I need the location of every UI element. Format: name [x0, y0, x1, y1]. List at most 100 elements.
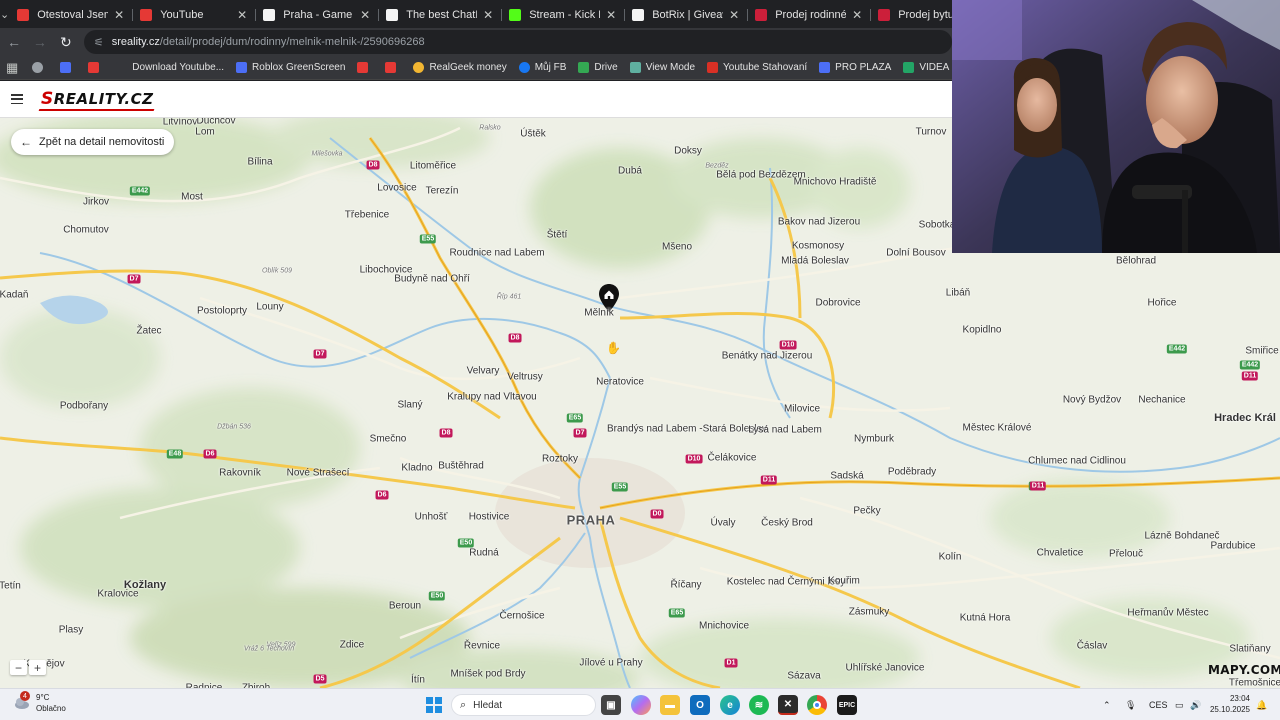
map-place-label[interactable]: Podbořany [60, 401, 108, 412]
map-place-label[interactable]: Kralovice [97, 589, 138, 600]
bookmark-item[interactable] [357, 62, 373, 73]
map-place-label[interactable]: Lysá nad Labem [748, 425, 822, 436]
map-place-label[interactable]: Dobrovice [815, 298, 860, 309]
bookmark-item[interactable] [88, 62, 104, 73]
map-place-label[interactable]: Černošice [499, 611, 544, 622]
address-bar[interactable]: ⚟ sreality.cz/detail/prodej/dum/rodinny/… [83, 30, 953, 54]
map-place-label[interactable]: Říčany [670, 580, 701, 591]
chrome-icon[interactable] [807, 695, 827, 715]
forward-arrow-icon[interactable]: → [28, 30, 52, 54]
show-hidden-icons-chevron-icon[interactable]: ⌃ [1103, 689, 1111, 720]
taskbar-search-box[interactable]: ⌕ Hledat [451, 694, 596, 716]
map-place-label[interactable]: Přelouč [1109, 549, 1143, 560]
map-place-label[interactable]: Kouřim [828, 576, 860, 587]
bookmark-item[interactable]: Youtube Stahovaní [707, 62, 807, 73]
map-place-label[interactable]: Louny [256, 302, 283, 313]
map-place-label[interactable]: Chlumec nad Cidlinou [1028, 456, 1126, 467]
map-place-label[interactable]: Úvaly [710, 518, 735, 529]
map-place-label[interactable]: Roudnice nad Labem [449, 248, 544, 259]
bookmark-item[interactable]: Roblox GreenScreen [236, 62, 345, 73]
site-info-icon[interactable]: ⚟ [94, 36, 104, 49]
map-place-label[interactable]: Slatiňany [1229, 644, 1270, 655]
task-view-icon[interactable]: ▣ [601, 695, 621, 715]
bookmark-item[interactable]: Download Youtube... [116, 62, 224, 73]
map-place-label[interactable]: Bílina [247, 157, 272, 168]
bookmark-item[interactable]: RealGeek money [413, 62, 507, 73]
tab-search-chevron-icon[interactable]: ⌄ [0, 0, 9, 28]
bookmark-item[interactable]: Drive [578, 62, 618, 73]
map-place-label[interactable]: Bakov nad Jizerou [778, 217, 860, 228]
map-place-label[interactable]: Milovice [784, 404, 820, 415]
map-place-label[interactable]: Budyně nad Ohří [394, 274, 470, 285]
map-place-label[interactable]: Pardubice [1210, 541, 1255, 552]
tab-close-icon[interactable]: ✕ [729, 8, 739, 22]
map-place-label[interactable]: Litoměřice [410, 161, 456, 172]
map-place-label[interactable]: Duchcov [197, 118, 236, 127]
hamburger-menu-icon[interactable] [11, 94, 23, 104]
epic-games-icon[interactable]: EPIC [837, 695, 857, 715]
map-place-label[interactable]: Třebenice [345, 210, 389, 221]
map-place-label[interactable]: Uhlířské Janovice [846, 663, 925, 674]
map-place-label[interactable]: Český Brod [761, 518, 813, 529]
map-place-label[interactable]: Sázava [787, 671, 820, 682]
map-place-label[interactable]: Čáslav [1077, 641, 1108, 652]
map-place-label[interactable]: Most [181, 192, 203, 203]
map-place-label[interactable]: Městec Králové [963, 423, 1032, 434]
map-place-label[interactable]: Nové Strašecí [287, 468, 350, 479]
map-place-label[interactable]: Libáň [946, 288, 970, 299]
notification-bell-icon[interactable]: 🔔 [1256, 689, 1267, 720]
network-icon[interactable]: ▭ [1175, 689, 1184, 720]
map-place-label[interactable]: Mnichovo Hradiště [794, 177, 877, 188]
map-place-label[interactable]: Veltrusy [507, 372, 543, 383]
map-place-label[interactable]: Hořice [1148, 298, 1177, 309]
map-place-label[interactable]: Nechanice [1138, 395, 1185, 406]
map-place-label[interactable]: Jílové u Prahy [579, 658, 642, 669]
microphone-icon[interactable]: 🎙 [1125, 689, 1136, 720]
map-place-label[interactable]: Pečky [853, 506, 880, 517]
map-place-label[interactable]: Mšeno [662, 242, 692, 253]
map-place-label[interactable]: Hradec Král [1214, 412, 1276, 424]
browser-tab[interactable]: BotRix | Giveaways ✕ [624, 2, 747, 28]
map-place-label[interactable]: Postoloprty [197, 306, 247, 317]
map-place-label[interactable]: Lovosice [377, 183, 416, 194]
map-place-label[interactable]: Čelákovice [708, 453, 757, 464]
map-place-label[interactable]: Mladá Boleslav [781, 256, 849, 267]
clock[interactable]: 23:04 25.10.2025 [1208, 693, 1250, 715]
map-place-label[interactable]: Kralupy nad Vltavou [447, 392, 537, 403]
map-place-label[interactable]: Chvaletice [1037, 548, 1084, 559]
map-place-label[interactable]: Bělohrad [1116, 256, 1156, 267]
map-place-label[interactable]: Sobotka [919, 220, 956, 231]
map-place-label[interactable]: Jirkov [83, 197, 109, 208]
tab-close-icon[interactable]: ✕ [237, 8, 247, 22]
map-place-label[interactable]: Dubá [618, 166, 642, 177]
map-place-label[interactable]: Lázně Bohdaneč [1144, 531, 1219, 542]
map-place-label[interactable]: Sadská [830, 471, 863, 482]
map-place-label[interactable]: Kladno [401, 463, 432, 474]
map-place-label[interactable]: Brandýs nad Labem -Stará Boleslav [607, 424, 767, 435]
map-place-label[interactable]: Poděbrady [888, 467, 936, 478]
tab-close-icon[interactable]: ✕ [360, 8, 370, 22]
browser-tab[interactable]: Prodej rodinného do ✕ [747, 2, 870, 28]
map-place-label[interactable]: Kopidlno [963, 325, 1002, 336]
bookmark-item[interactable]: View Mode [629, 62, 695, 73]
map-place-label[interactable]: Úštěk [520, 129, 546, 140]
mapy-com-attribution[interactable]: MAPY.COM [1208, 663, 1280, 677]
map-place-label[interactable]: Kolín [939, 552, 962, 563]
zoom-out-button[interactable]: − [10, 660, 27, 675]
map-place-label[interactable]: Rudná [469, 548, 498, 559]
map-place-label[interactable]: Kutná Hora [960, 613, 1011, 624]
map-place-label[interactable]: Tetín [0, 581, 21, 592]
map-place-label[interactable]: Benátky nad Jizerou [722, 351, 813, 362]
bookmark-item[interactable]: VIDEA [903, 62, 949, 73]
map-place-label[interactable]: Mníšek pod Brdy [450, 669, 525, 680]
bookmark-item[interactable] [60, 62, 76, 73]
bookmark-item[interactable]: PRO PLAZA [819, 62, 891, 73]
map-place-label[interactable]: PRAHA [567, 513, 616, 528]
browser-tab[interactable]: The best ChatBot and ✕ [378, 2, 501, 28]
back-arrow-icon[interactable]: ← [2, 30, 26, 54]
map-place-label[interactable]: Ítín [411, 675, 425, 686]
map-place-label[interactable]: Doksy [674, 146, 702, 157]
map-place-label[interactable]: Chomutov [63, 225, 109, 236]
map-place-label[interactable]: Nymburk [854, 434, 894, 445]
windows-start-icon[interactable] [426, 697, 442, 713]
